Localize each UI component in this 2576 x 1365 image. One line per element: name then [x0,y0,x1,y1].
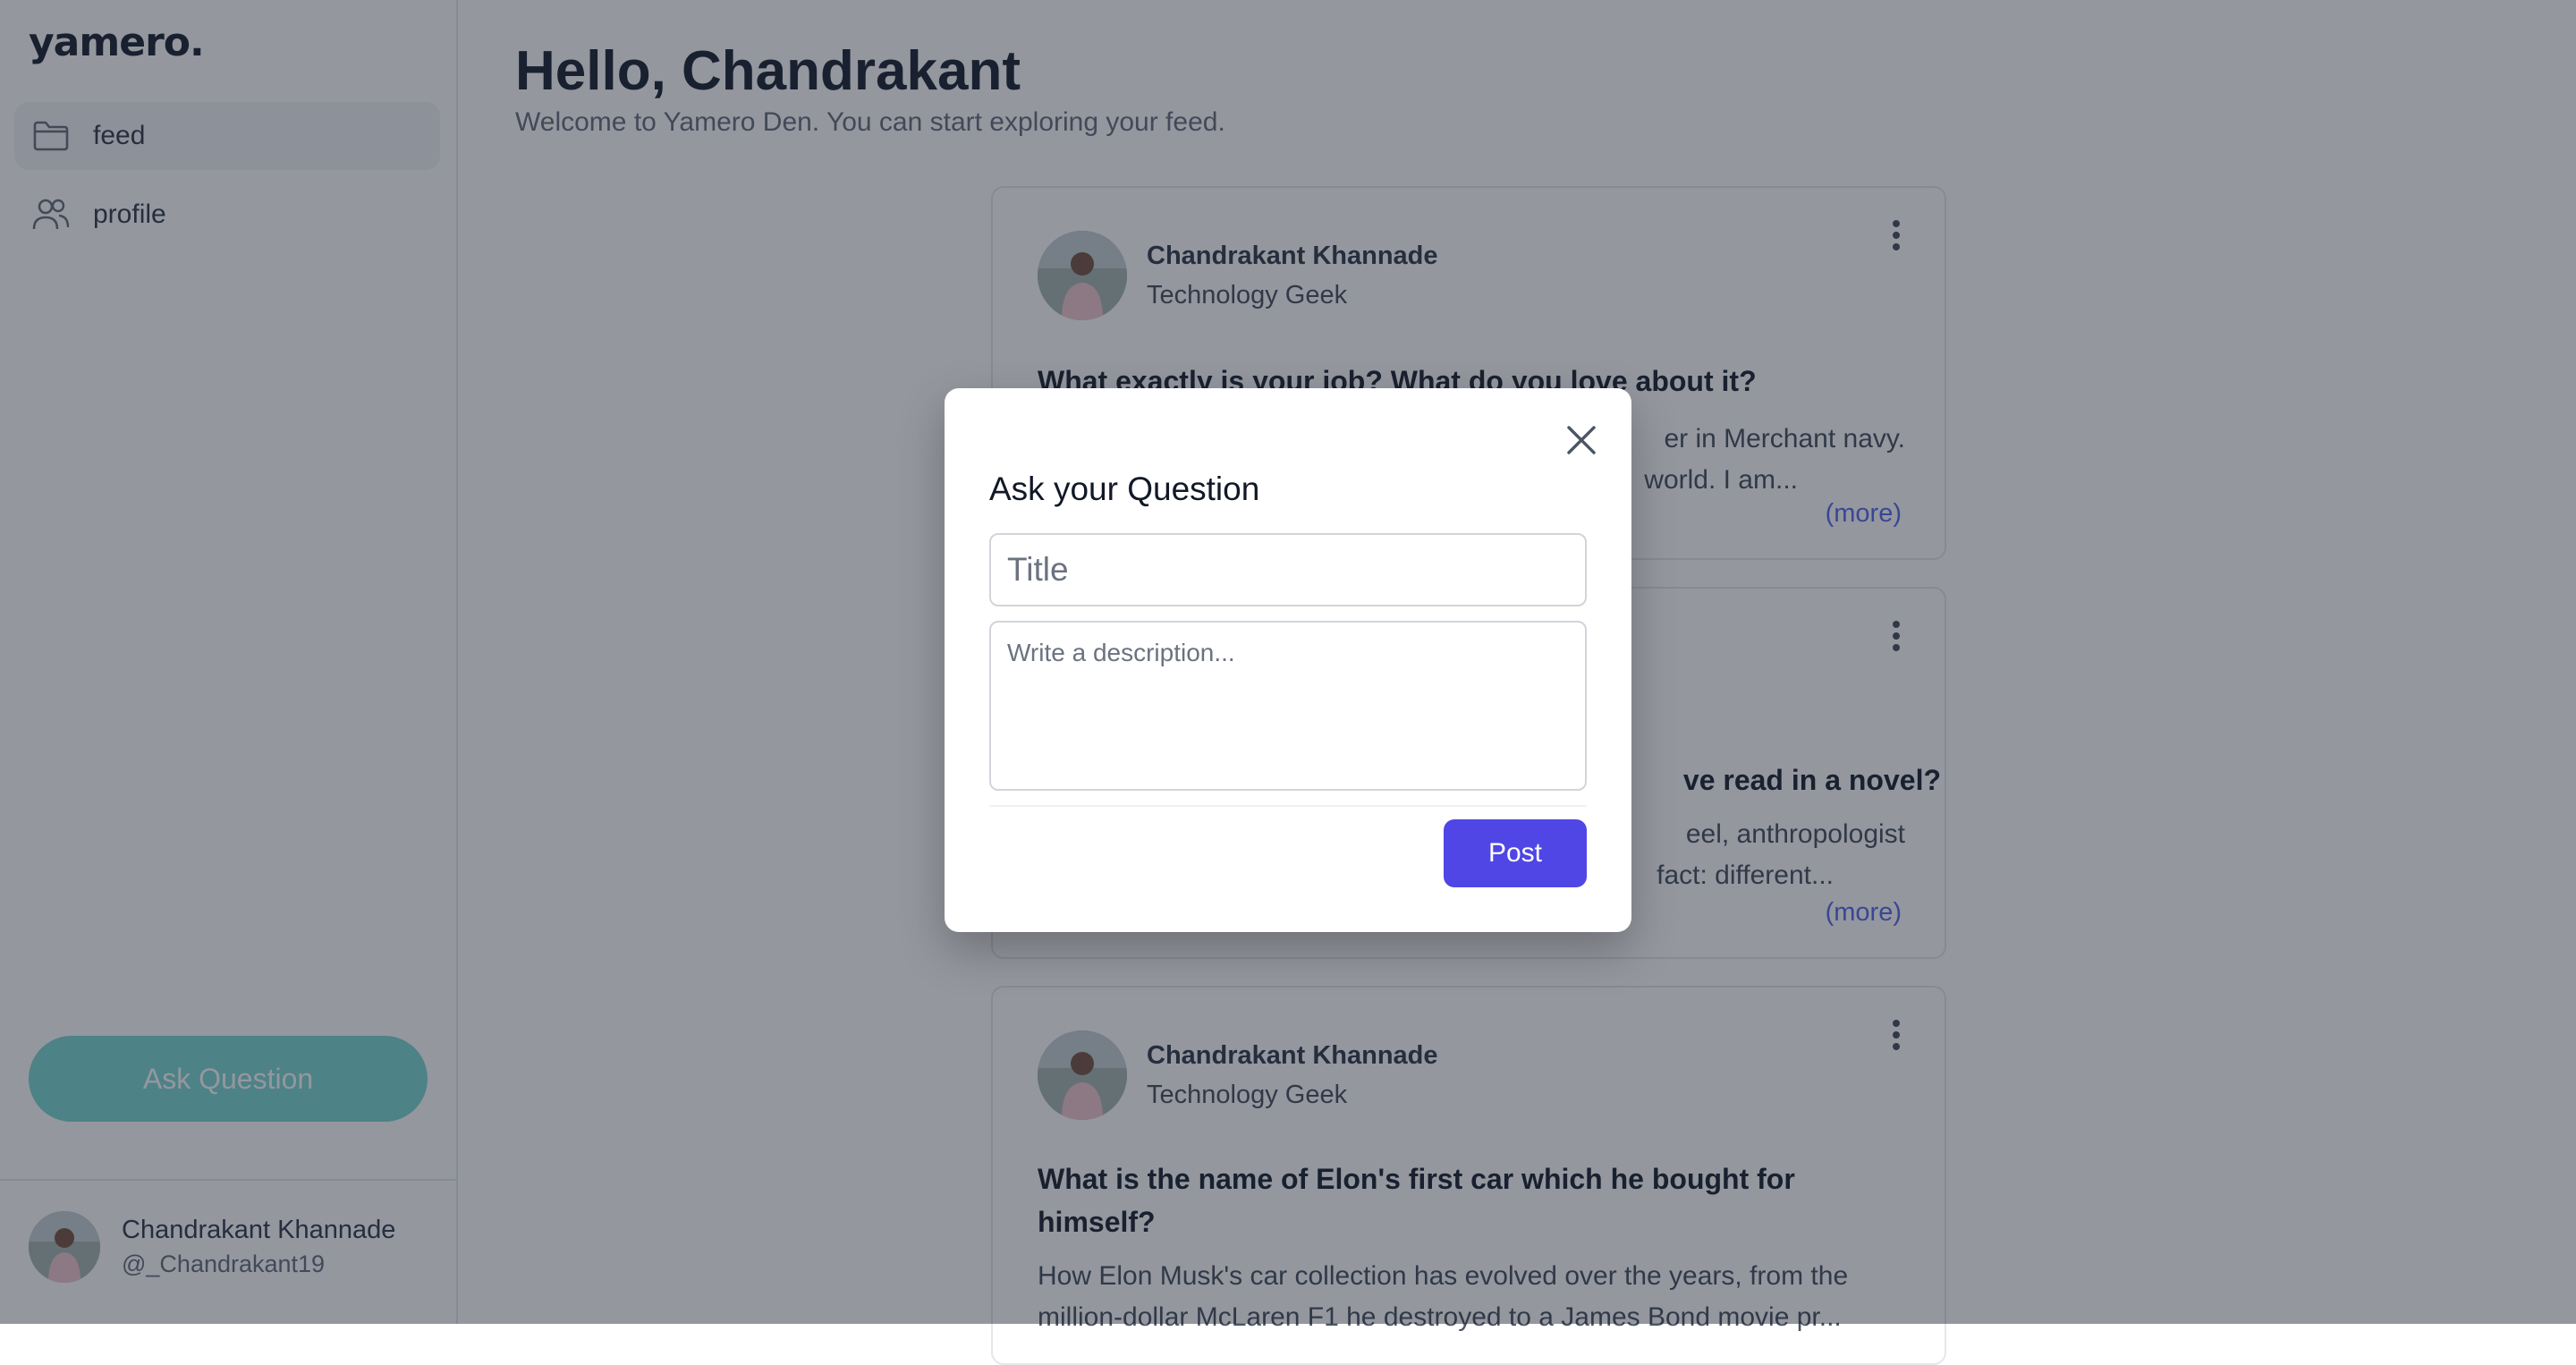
modal-divider [989,805,1587,807]
close-icon[interactable] [1563,422,1599,458]
post-button[interactable]: Post [1444,819,1587,887]
modal-title: Ask your Question [989,471,1260,507]
ask-question-modal: Ask your Question Post [945,388,1631,932]
description-textarea[interactable] [989,621,1587,791]
title-input[interactable] [989,533,1587,606]
